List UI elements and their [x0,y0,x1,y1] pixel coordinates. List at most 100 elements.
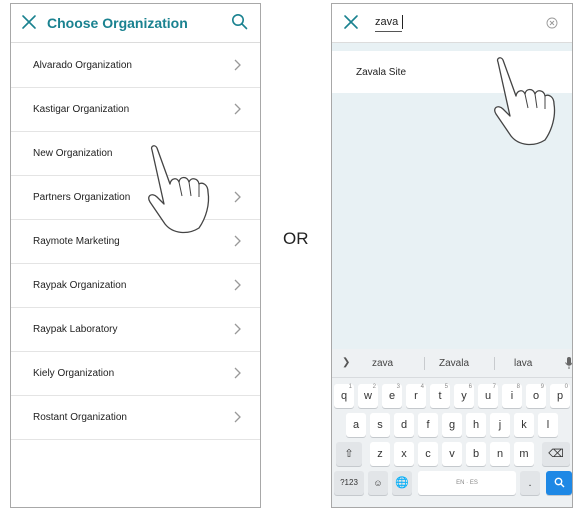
key-label: z [377,448,383,460]
key-y[interactable]: y6 [454,384,474,408]
key-n[interactable]: n [490,442,510,466]
result-label: Zavala Site [356,67,407,78]
chevron-right-icon [234,367,241,379]
key-o[interactable]: o9 [526,384,546,408]
key-label: f [426,419,430,431]
key-k[interactable]: k [514,413,534,437]
key-s[interactable]: s [370,413,390,437]
organization-name: New Organization [33,148,113,159]
close-icon[interactable] [342,13,360,31]
key-c[interactable]: c [418,442,438,466]
key-label: l [546,419,550,431]
key-number-hint: 7 [492,384,496,390]
organization-name: Raypak Organization [33,280,127,291]
suggestion-item[interactable]: lava [514,358,532,369]
key-l[interactable]: l [538,413,558,437]
header-bar: Choose Organization [11,4,260,43]
search-icon [554,477,564,488]
key-x[interactable]: x [394,442,414,466]
backspace-icon: ⌫ [548,448,564,460]
key-p[interactable]: p0 [550,384,570,408]
key-label: ?123 [340,478,358,487]
organization-list-item[interactable]: Raypak Laboratory [11,308,260,352]
key-a[interactable]: a [346,413,366,437]
key-w[interactable]: w2 [358,384,378,408]
suggestion-bar: ❯ zava Zavala lava [332,349,572,378]
key-g[interactable]: g [442,413,462,437]
search-bar: zava [332,4,572,43]
composing-underline [375,31,402,32]
organization-name: Kiely Organization [33,368,115,379]
organization-list-item[interactable]: Alvarado Organization [11,44,260,88]
text-caret [402,15,403,29]
key-label: c [425,448,431,460]
organization-list-item[interactable]: New Organization [11,132,260,176]
close-icon[interactable] [20,13,38,31]
key-m[interactable]: m [514,442,534,466]
organization-list-item[interactable]: Rostant Organization [11,396,260,440]
search-key[interactable] [546,471,572,495]
organization-name: Rostant Organization [33,412,127,423]
key-i[interactable]: i8 [502,384,522,408]
key-label: x [401,448,407,460]
key-label: d [400,419,408,431]
key-j[interactable]: j [490,413,510,437]
page-title: Choose Organization [47,15,188,31]
shift-key[interactable]: ⇧ [336,442,362,466]
key-label: g [448,419,456,431]
backspace-key[interactable]: ⌫ [542,442,570,466]
key-label: e [388,390,396,402]
suggestion-divider [424,357,425,370]
search-input[interactable]: zava [375,16,398,28]
suggestion-divider [494,357,495,370]
search-icon[interactable] [231,13,248,30]
suggestion-item[interactable]: zava [372,358,393,369]
key-label: i [510,390,514,402]
key-q[interactable]: q1 [334,384,354,408]
organization-name: Partners Organization [33,192,131,203]
key-v[interactable]: v [442,442,462,466]
organization-list-item[interactable]: Kiely Organization [11,352,260,396]
key-label: u [484,390,492,402]
microphone-icon[interactable] [564,356,573,370]
key-label: o [532,390,540,402]
organization-list-item[interactable]: Kastigar Organization [11,88,260,132]
organization-name: Raypak Laboratory [33,324,118,335]
key-b[interactable]: b [466,442,486,466]
key-z[interactable]: z [370,442,390,466]
key-h[interactable]: h [466,413,486,437]
numbers-key[interactable]: ?123 [334,471,364,495]
emoji-key[interactable]: ☺ [368,471,388,495]
key-label: p [556,390,564,402]
key-label: y [461,390,467,402]
key-e[interactable]: e3 [382,384,402,408]
key-u[interactable]: u7 [478,384,498,408]
globe-icon: 🌐 [395,477,409,489]
hand-pointer-icon [148,145,210,234]
expand-suggestions-icon[interactable]: ❯ [342,357,350,368]
chevron-right-icon [234,191,241,203]
key-d[interactable]: d [394,413,414,437]
organization-name: Alvarado Organization [33,60,132,71]
organization-list-item[interactable]: Raypak Organization [11,264,260,308]
period-key[interactable]: . [520,471,540,495]
organization-name: Kastigar Organization [33,104,130,115]
key-number-hint: 9 [540,384,544,390]
language-key[interactable]: 🌐 [392,471,412,495]
space-bar[interactable]: EN · ES [418,471,516,495]
key-label: r [414,390,418,402]
key-f[interactable]: f [418,413,438,437]
key-t[interactable]: t5 [430,384,450,408]
organization-name: Raymote Marketing [33,236,120,247]
key-label: . [528,477,532,489]
organization-list-item[interactable]: Partners Organization [11,176,260,220]
key-label: h [472,419,480,431]
organization-list-item[interactable]: Raymote Marketing [11,220,260,264]
hand-pointer-icon [494,57,556,146]
emoji-icon: ☺ [373,478,383,488]
suggestion-item[interactable]: Zavala [439,358,469,369]
key-r[interactable]: r4 [406,384,426,408]
clear-icon[interactable] [546,17,558,29]
soft-keyboard: ❯ zava Zavala lava q1w2e3r4t5y6u7i8o9p0a… [332,349,572,507]
chevron-right-icon [234,323,241,335]
